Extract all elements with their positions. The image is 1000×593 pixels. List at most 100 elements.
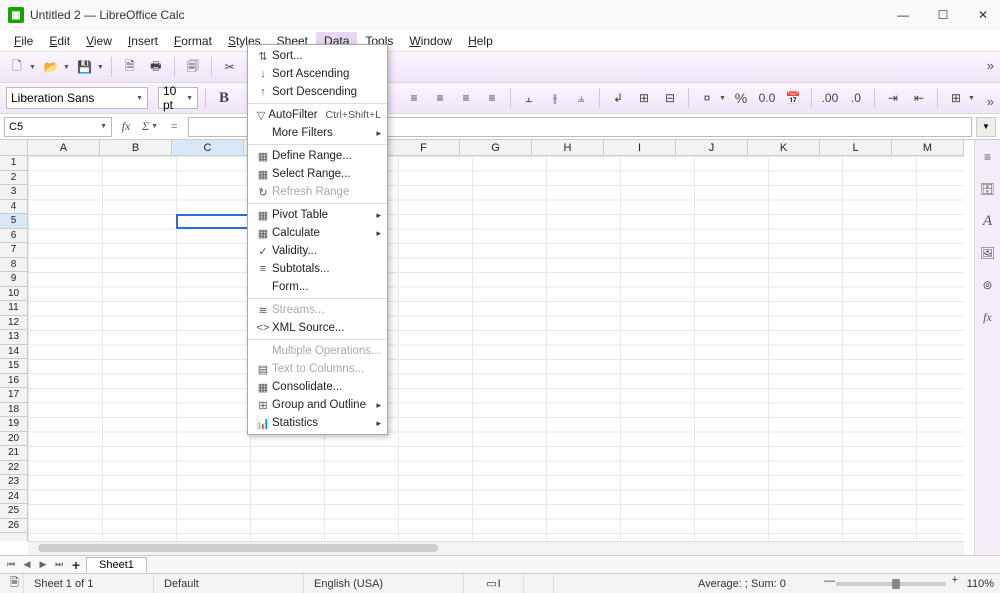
formula-button[interactable]: = bbox=[164, 117, 184, 137]
column-header[interactable]: G bbox=[460, 140, 532, 155]
row-header[interactable]: 15 bbox=[0, 359, 27, 374]
zoom-value[interactable]: 110% bbox=[954, 578, 994, 590]
last-sheet-button[interactable]: ⏭ bbox=[52, 558, 66, 572]
column-header[interactable]: A bbox=[28, 140, 100, 155]
styles-icon[interactable]: A bbox=[979, 212, 997, 230]
row-header[interactable]: 7 bbox=[0, 243, 27, 258]
row-header[interactable]: 16 bbox=[0, 374, 27, 389]
function-wizard-button[interactable]: fx bbox=[116, 117, 136, 137]
cut-button[interactable]: ✂ bbox=[219, 56, 241, 78]
align-center-button[interactable]: ≡ bbox=[429, 87, 451, 109]
menu-item-autofilter[interactable]: ▽AutoFilterCtrl+Shift+L bbox=[248, 106, 387, 124]
row-header[interactable]: 5 bbox=[0, 214, 27, 229]
add-sheet-button[interactable]: + bbox=[68, 557, 84, 573]
first-sheet-button[interactable]: ⏮ bbox=[4, 558, 18, 572]
merge-cells-button[interactable]: ⊞ bbox=[633, 87, 655, 109]
menu-insert[interactable]: Insert bbox=[120, 32, 166, 50]
menu-file[interactable]: File bbox=[6, 32, 41, 50]
open-button[interactable]: 📂 bbox=[40, 56, 62, 78]
column-header[interactable]: I bbox=[604, 140, 676, 155]
prev-sheet-button[interactable]: ◀ bbox=[20, 558, 34, 572]
align-middle-button[interactable]: ⫲ bbox=[544, 87, 566, 109]
unmerge-button[interactable]: ⊟ bbox=[659, 87, 681, 109]
close-button[interactable]: ✕ bbox=[974, 6, 992, 24]
select-all-corner[interactable] bbox=[0, 140, 28, 156]
menu-item-sort-descending[interactable]: ↑Sort Descending bbox=[248, 83, 387, 101]
row-header[interactable]: 18 bbox=[0, 403, 27, 418]
selection-mode[interactable] bbox=[524, 574, 554, 593]
row-header[interactable]: 19 bbox=[0, 417, 27, 432]
cells-area[interactable] bbox=[28, 156, 964, 541]
column-header[interactable]: C bbox=[172, 140, 244, 155]
column-header[interactable]: F bbox=[388, 140, 460, 155]
gallery-icon[interactable]: 🖼 bbox=[979, 244, 997, 262]
percent-button[interactable]: % bbox=[730, 87, 752, 109]
borders-button[interactable]: ⊞ bbox=[945, 87, 967, 109]
row-header[interactable]: 23 bbox=[0, 475, 27, 490]
menu-view[interactable]: View bbox=[78, 32, 120, 50]
currency-button[interactable]: ¤ bbox=[696, 87, 718, 109]
wrap-text-button[interactable]: ↲ bbox=[607, 87, 629, 109]
sheet-tab[interactable]: Sheet1 bbox=[86, 557, 147, 572]
menu-item-calculate[interactable]: ▦Calculate▸ bbox=[248, 224, 387, 242]
date-button[interactable]: 📅 bbox=[782, 87, 804, 109]
column-header[interactable]: J bbox=[676, 140, 748, 155]
menu-item-group-and-outline[interactable]: ⊞Group and Outline▸ bbox=[248, 396, 387, 414]
align-left-button[interactable]: ≡ bbox=[403, 87, 425, 109]
print-preview-button[interactable]: 🗐 bbox=[182, 56, 204, 78]
align-justify-button[interactable]: ≡ bbox=[481, 87, 503, 109]
menu-item-define-range[interactable]: ▦Define Range... bbox=[248, 147, 387, 165]
menu-item-statistics[interactable]: 📊Statistics▸ bbox=[248, 414, 387, 432]
number-button[interactable]: 0.0 bbox=[756, 87, 778, 109]
row-header[interactable]: 24 bbox=[0, 490, 27, 505]
menu-item-select-range[interactable]: ▦Select Range... bbox=[248, 165, 387, 183]
row-header[interactable]: 11 bbox=[0, 301, 27, 316]
language[interactable]: English (USA) bbox=[304, 574, 464, 593]
toolbar-overflow-icon[interactable]: » bbox=[987, 58, 994, 73]
row-header[interactable]: 22 bbox=[0, 461, 27, 476]
menu-edit[interactable]: Edit bbox=[41, 32, 78, 50]
menu-item-more-filters[interactable]: More Filters▸ bbox=[248, 124, 387, 142]
font-size-combo[interactable]: 10 pt▼ bbox=[158, 87, 198, 109]
maximize-button[interactable]: ☐ bbox=[934, 6, 952, 24]
remove-decimal-button[interactable]: .0 bbox=[845, 87, 867, 109]
menu-help[interactable]: Help bbox=[460, 32, 501, 50]
menu-item-form[interactable]: Form... bbox=[248, 278, 387, 296]
menu-format[interactable]: Format bbox=[166, 32, 220, 50]
print-button[interactable]: 🖶 bbox=[145, 56, 167, 78]
row-header[interactable]: 3 bbox=[0, 185, 27, 200]
next-sheet-button[interactable]: ▶ bbox=[36, 558, 50, 572]
align-right-button[interactable]: ≡ bbox=[455, 87, 477, 109]
menu-item-sort-ascending[interactable]: ↓Sort Ascending bbox=[248, 65, 387, 83]
row-header[interactable]: 21 bbox=[0, 446, 27, 461]
save-status-icon[interactable]: 🗎 bbox=[6, 574, 24, 593]
row-header[interactable]: 26 bbox=[0, 519, 27, 534]
minimize-button[interactable]: — bbox=[894, 6, 912, 24]
column-header[interactable]: K bbox=[748, 140, 820, 155]
column-header[interactable]: M bbox=[892, 140, 964, 155]
menu-item-consolidate[interactable]: ▦Consolidate... bbox=[248, 378, 387, 396]
menu-item-sort[interactable]: ⇅Sort... bbox=[248, 47, 387, 65]
menu-item-subtotals[interactable]: ≡Subtotals... bbox=[248, 260, 387, 278]
functions-icon[interactable]: fx bbox=[979, 308, 997, 326]
row-header[interactable]: 25 bbox=[0, 504, 27, 519]
row-header[interactable]: 2 bbox=[0, 171, 27, 186]
row-header[interactable]: 1 bbox=[0, 156, 27, 171]
navigator-icon[interactable]: ⊚ bbox=[979, 276, 997, 294]
increase-indent-button[interactable]: ⇥ bbox=[882, 87, 904, 109]
row-header[interactable]: 4 bbox=[0, 200, 27, 215]
bold-button[interactable]: B bbox=[213, 87, 235, 109]
row-header[interactable]: 14 bbox=[0, 345, 27, 360]
row-header[interactable]: 8 bbox=[0, 258, 27, 273]
row-header[interactable]: 12 bbox=[0, 316, 27, 331]
menu-window[interactable]: Window bbox=[401, 32, 460, 50]
align-bottom-button[interactable]: ⫨ bbox=[570, 87, 592, 109]
name-box[interactable]: C5▼ bbox=[4, 117, 112, 137]
new-doc-button[interactable]: 🗋 bbox=[6, 56, 28, 78]
save-button[interactable]: 💾 bbox=[74, 56, 96, 78]
active-cell[interactable] bbox=[176, 214, 250, 229]
cell-summary[interactable]: Average: ; Sum: 0 bbox=[688, 574, 828, 593]
row-header[interactable]: 6 bbox=[0, 229, 27, 244]
cell-style[interactable]: Default bbox=[154, 574, 304, 593]
formula-expand-button[interactable]: ▼ bbox=[976, 117, 996, 137]
